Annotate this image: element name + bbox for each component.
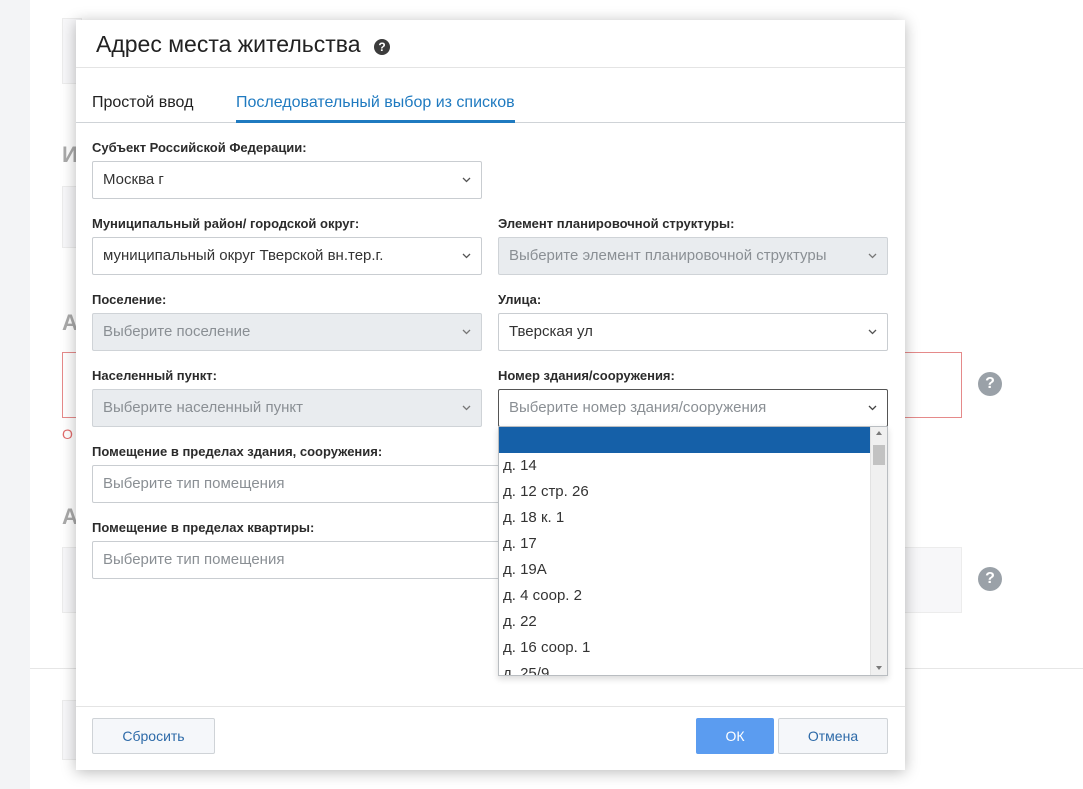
- chevron-down-icon: [462, 251, 471, 260]
- building-number-label: Номер здания/сооружения:: [498, 368, 675, 383]
- reset-button[interactable]: Сбросить: [92, 718, 215, 754]
- subject-label: Субъект Российской Федерации:: [92, 140, 307, 155]
- settlement-select[interactable]: Выберите поселение: [92, 313, 482, 351]
- planning-element-select[interactable]: Выберите элемент планировочной структуры: [498, 237, 888, 275]
- room-in-building-select[interactable]: Выберите тип помещения: [92, 465, 512, 503]
- scroll-down-arrow-icon[interactable]: [876, 666, 882, 670]
- chevron-down-icon: [868, 403, 877, 412]
- dialog-footer-divider: [76, 706, 905, 707]
- help-icon[interactable]: ?: [374, 39, 390, 55]
- room-in-flat-label: Помещение в пределах квартиры:: [92, 520, 315, 535]
- building-number-select[interactable]: Выберите номер здания/сооружения: [498, 389, 888, 427]
- chevron-down-icon: [868, 251, 877, 260]
- dropdown-scrollbar[interactable]: [870, 427, 887, 675]
- dropdown-options: д. 14 д. 12 стр. 26 д. 18 к. 1 д. 17 д. …: [499, 427, 871, 675]
- street-label: Улица:: [498, 292, 542, 307]
- help-icon[interactable]: ?: [978, 372, 1002, 396]
- scrollbar-thumb[interactable]: [873, 445, 885, 465]
- dialog-title: Адрес места жительства: [96, 31, 361, 57]
- chevron-down-icon: [462, 327, 471, 336]
- subject-select[interactable]: Москва г: [92, 161, 482, 199]
- locality-placeholder: Выберите населенный пункт: [103, 399, 303, 416]
- subject-select-value: Москва г: [103, 171, 164, 188]
- room-in-building-placeholder: Выберите тип помещения: [103, 475, 285, 492]
- room-in-flat-select[interactable]: Выберите тип помещения: [92, 541, 512, 579]
- background-error-text: О: [62, 426, 73, 442]
- dropdown-option[interactable]: д. 12 стр. 26: [499, 479, 871, 505]
- tab-bar: Простой ввод Последовательный выбор из с…: [76, 88, 905, 123]
- tab-simple-input[interactable]: Простой ввод: [92, 94, 193, 123]
- dropdown-option[interactable]: д. 17: [499, 531, 871, 557]
- scroll-up-arrow-icon[interactable]: [876, 431, 882, 435]
- room-in-flat-placeholder: Выберите тип помещения: [103, 551, 285, 568]
- building-number-placeholder: Выберите номер здания/сооружения: [509, 399, 767, 416]
- street-select[interactable]: Тверская ул: [498, 313, 888, 351]
- dropdown-option[interactable]: д. 22: [499, 609, 871, 635]
- dropdown-option[interactable]: [499, 427, 871, 453]
- chevron-down-icon: [462, 403, 471, 412]
- building-number-dropdown[interactable]: д. 14 д. 12 стр. 26 д. 18 к. 1 д. 17 д. …: [498, 426, 888, 676]
- help-icon[interactable]: ?: [978, 567, 1002, 591]
- cancel-button[interactable]: Отмена: [778, 718, 888, 754]
- dropdown-option[interactable]: д. 25/9: [499, 661, 871, 675]
- planning-element-label: Элемент планировочной структуры:: [498, 216, 735, 231]
- tab-sequential-select[interactable]: Последовательный выбор из списков: [236, 94, 515, 123]
- district-label: Муниципальный район/ городской округ:: [92, 216, 360, 231]
- district-select-value: муниципальный округ Тверской вн.тер.г.: [103, 247, 384, 264]
- locality-label: Населенный пункт:: [92, 368, 217, 383]
- address-dialog: Адрес места жительства ? Простой ввод По…: [76, 20, 905, 770]
- dropdown-option[interactable]: д. 18 к. 1: [499, 505, 871, 531]
- dropdown-option[interactable]: д. 16 соор. 1: [499, 635, 871, 661]
- settlement-placeholder: Выберите поселение: [103, 323, 251, 340]
- dialog-header: Адрес места жительства ?: [76, 20, 905, 68]
- chevron-down-icon: [868, 327, 877, 336]
- ok-button[interactable]: ОК: [696, 718, 774, 754]
- settlement-label: Поселение:: [92, 292, 167, 307]
- planning-element-placeholder: Выберите элемент планировочной структуры: [509, 247, 827, 264]
- chevron-down-icon: [462, 175, 471, 184]
- dropdown-option[interactable]: д. 4 соор. 2: [499, 583, 871, 609]
- dropdown-option[interactable]: д. 14: [499, 453, 871, 479]
- dropdown-option[interactable]: д. 19А: [499, 557, 871, 583]
- street-select-value: Тверская ул: [509, 323, 593, 340]
- district-select[interactable]: муниципальный округ Тверской вн.тер.г.: [92, 237, 482, 275]
- locality-select[interactable]: Выберите населенный пункт: [92, 389, 482, 427]
- room-in-building-label: Помещение в пределах здания, сооружения:: [92, 444, 383, 459]
